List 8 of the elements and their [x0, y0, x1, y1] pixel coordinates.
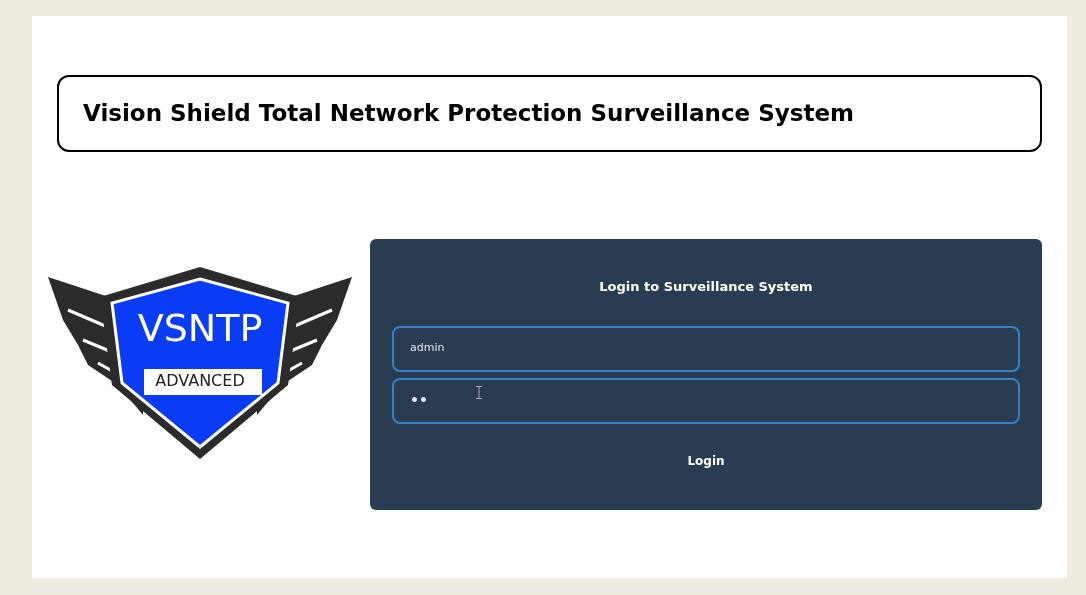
- input-field[interactable]: ••: [392, 377, 1020, 424]
- login-heading: Login to Surveillance System: [598, 278, 814, 296]
- input-field[interactable]: admin: [392, 325, 1020, 372]
- page-title: Vision Shield Total Network Protection Surveillance System: [83, 99, 854, 129]
- logo-tagline: ADVANCED: [154, 373, 246, 389]
- logo-name: VSNTP: [136, 309, 264, 347]
- text-cursor-icon: [476, 385, 482, 399]
- login-button[interactable]: Login: [675, 447, 737, 474]
